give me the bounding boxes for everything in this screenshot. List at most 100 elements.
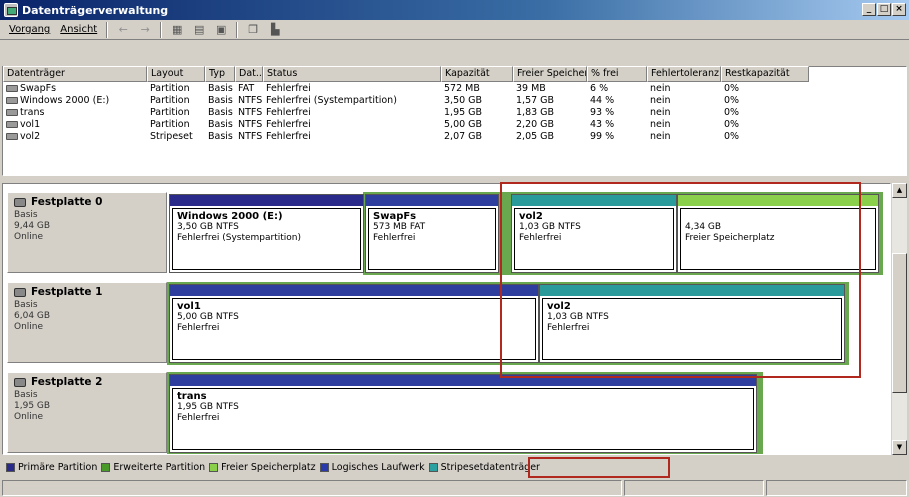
partition-size: 1,03 GB NTFS [547, 312, 609, 322]
table-cell: Basis [208, 131, 233, 142]
table-cell: nein [650, 83, 671, 94]
table-cell: 6 % [590, 83, 609, 94]
legend-item: Primäre Partition [6, 462, 97, 473]
legend-label: Stripesetdatenträger [440, 461, 540, 473]
column-header[interactable]: Datenträger [3, 66, 147, 82]
column-header[interactable]: Restkapazität [721, 66, 809, 82]
drive-icon [6, 97, 18, 104]
partition-free-space[interactable]: 4,34 GB Freier Speicherplatz [677, 194, 879, 273]
partition-details: vol2 1,03 GB NTFS Fehlerfrei [542, 298, 842, 360]
partition-details: 4,34 GB Freier Speicherplatz [680, 208, 876, 270]
partition-vol2[interactable]: vol2 1,03 GB NTFS Fehlerfrei [539, 284, 845, 363]
legend-label: Erweiterte Partition [113, 461, 206, 473]
partition-size: 5,00 GB NTFS [177, 312, 239, 322]
list-view-icon[interactable]: ▤ [190, 22, 208, 38]
column-header[interactable]: % frei [587, 66, 647, 82]
partition-size: 573 MB FAT [373, 222, 426, 232]
maximize-button[interactable]: □ [877, 3, 891, 16]
table-row[interactable]: SwapFs Partition Basis FAT Fehlerfrei 572 MB 3… [3, 83, 809, 95]
help-icon[interactable]: ❐ [244, 22, 262, 38]
scroll-down-icon[interactable]: ▼ [892, 440, 907, 455]
disk-status: Online [14, 322, 44, 332]
table-cell: FAT [238, 83, 255, 94]
column-header[interactable]: Kapazität [441, 66, 513, 82]
minimize-button[interactable]: _ [862, 3, 876, 16]
partition-vol1[interactable]: vol1 5,00 GB NTFS Fehlerfrei [169, 284, 539, 363]
volume-list: Datenträger Layout Typ Dat... Status Kapazitä… [2, 66, 907, 176]
table-cell: 2,05 GB [516, 131, 555, 142]
partition-size: 4,34 GB [685, 222, 722, 232]
volume-name-cell: Windows 2000 (E:) [3, 95, 147, 107]
table-cell: Partition [150, 83, 190, 94]
partition-trans[interactable]: trans 1,95 GB NTFS Fehlerfrei [169, 374, 757, 453]
table-row[interactable]: vol2 Stripeset Basis NTFS Fehlerfrei 2,07 GB 2… [3, 131, 809, 143]
partition-name: vol2 [519, 211, 543, 222]
hard-disk-icon [14, 378, 26, 387]
table-cell: 1,83 GB [516, 107, 555, 118]
drive-icon [6, 109, 18, 116]
hard-disk-icon [14, 198, 26, 207]
disk-label[interactable]: Festplatte 0 Basis 9,44 GB Online [7, 192, 167, 273]
wizard-icon[interactable]: ▙ [266, 22, 284, 38]
table-cell: Partition [150, 107, 190, 118]
table-row[interactable]: Windows 2000 (E:) Partition Basis NTFS Fehle… [3, 95, 809, 107]
scroll-thumb[interactable] [892, 253, 907, 393]
table-cell: Basis [208, 83, 233, 94]
disk-label[interactable]: Festplatte 1 Basis 6,04 GB Online [7, 282, 167, 363]
disk-name-text: Festplatte 0 [31, 196, 103, 208]
status-cell [624, 480, 764, 496]
properties-icon[interactable]: ▣ [212, 22, 230, 38]
column-header[interactable]: Typ [205, 66, 235, 82]
disk-status: Online [14, 232, 44, 242]
table-cell: 0% [724, 83, 740, 94]
drive-icon [6, 85, 18, 92]
disk-label[interactable]: Festplatte 2 Basis 1,95 GB Online [7, 372, 167, 453]
column-header[interactable]: Layout [147, 66, 205, 82]
back-arrow-icon[interactable]: ← [114, 22, 132, 38]
table-cell: 93 % [590, 107, 615, 118]
list-header: Datenträger Layout Typ Dat... Status Kapazitä… [3, 66, 809, 82]
partition-details: Windows 2000 (E:) 3,50 GB NTFS Fehlerfrei … [172, 208, 361, 270]
status-bar [0, 479, 909, 497]
table-cell: nein [650, 107, 671, 118]
disk-name: Festplatte 1 [14, 287, 166, 298]
legend: Primäre Partition Erweiterte Partition Fre… [6, 459, 544, 475]
close-button[interactable]: × [892, 3, 906, 16]
disk-size: 6,04 GB [14, 311, 51, 321]
partition-vol2[interactable]: vol2 1,03 GB NTFS Fehlerfrei [511, 194, 677, 273]
drive-icon [6, 133, 18, 140]
vertical-scrollbar[interactable]: ▲ ▼ [892, 183, 907, 455]
scroll-up-icon[interactable]: ▲ [892, 183, 907, 198]
disk-type: Basis [14, 300, 38, 310]
column-header[interactable]: Dat... [235, 66, 263, 82]
disk-view-icon[interactable]: ▦ [168, 22, 186, 38]
partition-name: vol1 [177, 301, 201, 312]
table-row[interactable]: vol1 Partition Basis NTFS Fehlerfrei 5,00 GB 2… [3, 119, 809, 131]
menu-vorgang[interactable]: Vorgang [4, 23, 55, 36]
partition-windows[interactable]: Windows 2000 (E:) 3,50 GB NTFS Fehlerfrei … [169, 194, 364, 273]
column-header[interactable]: Freier Speicher [513, 66, 587, 82]
forward-arrow-icon[interactable]: → [136, 22, 154, 38]
partition-status: Fehlerfrei [547, 323, 590, 333]
menu-ansicht[interactable]: Ansicht [55, 23, 102, 36]
disk-status: Online [14, 412, 44, 422]
toolbar-separator [160, 21, 163, 38]
table-cell: Fehlerfrei [266, 119, 311, 130]
legend-item: Erweiterte Partition [101, 462, 205, 473]
disk-row: Festplatte 0 Basis 9,44 GB Online Windows 20… [3, 192, 890, 275]
table-cell: 572 MB [444, 83, 480, 94]
disk-name-text: Festplatte 2 [31, 376, 103, 388]
table-row[interactable]: trans Partition Basis NTFS Fehlerfrei 1,95 GB… [3, 107, 809, 119]
legend-item: Freier Speicherplatz [209, 462, 316, 473]
legend-swatch [319, 462, 329, 472]
table-cell: 44 % [590, 95, 615, 106]
column-header[interactable]: Status [263, 66, 441, 82]
column-header[interactable]: Fehlertoleranz [647, 66, 721, 82]
partition-status: Fehlerfrei [519, 233, 562, 243]
disk-size: 1,95 GB [14, 401, 51, 411]
table-cell: Basis [208, 119, 233, 130]
partition-swapfs[interactable]: SwapFs 573 MB FAT Fehlerfrei [365, 194, 499, 273]
table-cell: 0% [724, 131, 740, 142]
volume-name: trans [20, 107, 45, 118]
legend-swatch [209, 462, 219, 472]
